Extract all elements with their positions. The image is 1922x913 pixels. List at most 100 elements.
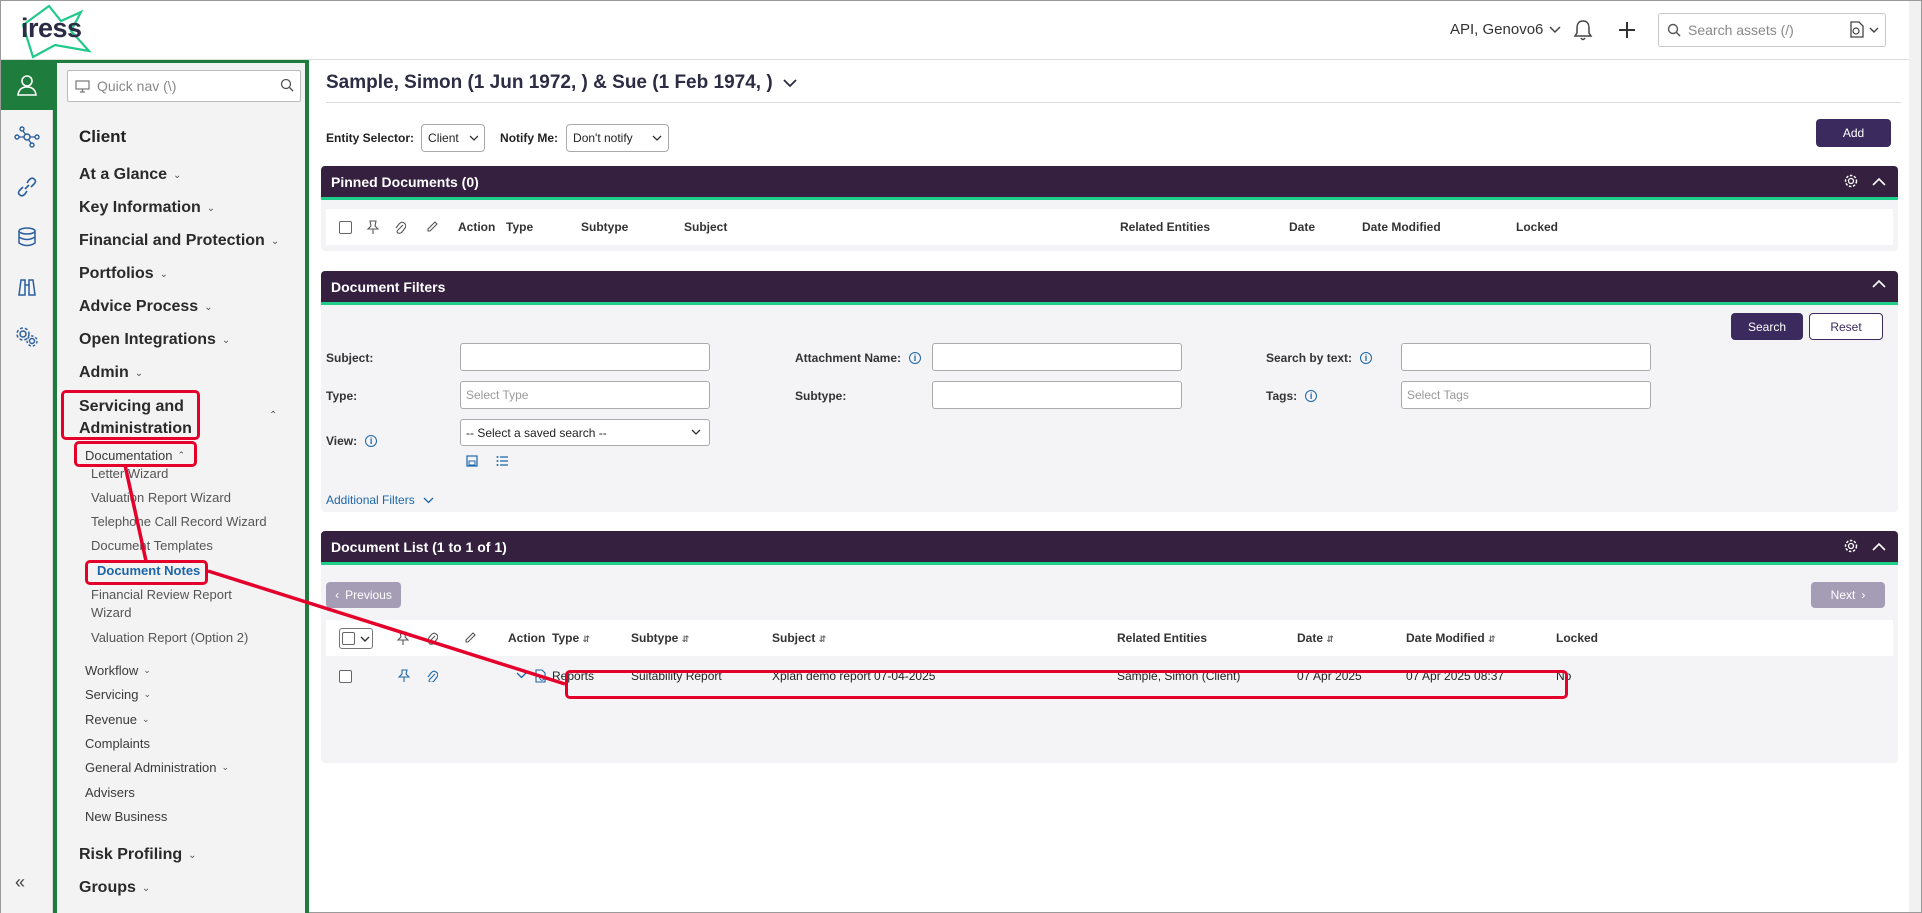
- user-menu[interactable]: API, Genovo6: [1450, 21, 1561, 38]
- nav-new-business[interactable]: New Business: [85, 809, 167, 824]
- row-checkbox[interactable]: [339, 670, 352, 683]
- nav-valuation-report-option2[interactable]: Valuation Report (Option 2): [91, 630, 248, 645]
- info-icon[interactable]: i: [1305, 390, 1318, 402]
- nav-financial-protection[interactable]: Financial and Protection ⌄: [79, 232, 279, 250]
- tags-select[interactable]: Select Tags: [1401, 381, 1651, 409]
- type-select[interactable]: Select Type: [460, 381, 710, 409]
- nav-revenue[interactable]: Revenue ⌄: [85, 712, 150, 727]
- search-assets-input[interactable]: Search assets (/): [1658, 13, 1886, 47]
- nav-groups[interactable]: Groups ⌄: [79, 879, 150, 897]
- quick-nav-input[interactable]: Quick nav (\): [67, 70, 301, 102]
- next-page-button[interactable]: Next ›: [1811, 582, 1885, 608]
- nav-key-information[interactable]: Key Information ⌄: [79, 199, 215, 217]
- document-preview-icon[interactable]: [534, 669, 548, 683]
- chevron-up-icon[interactable]: [1872, 177, 1886, 186]
- rail-link-button[interactable]: [1, 162, 53, 212]
- nav-portfolios[interactable]: Portfolios ⌄: [79, 265, 168, 283]
- chevron-up-icon[interactable]: [1872, 542, 1886, 551]
- select-all-checkbox[interactable]: [342, 632, 355, 645]
- bulk-select-dropdown[interactable]: [339, 628, 373, 649]
- nav-financial-review-report-line2[interactable]: Wizard: [91, 605, 131, 620]
- col-date-modified-sortable[interactable]: Date Modified ⇵: [1406, 631, 1496, 645]
- document-list-header: Document List (1 to 1 of 1): [321, 531, 1898, 565]
- attachment-name-input[interactable]: [932, 343, 1182, 371]
- saved-search-select[interactable]: -- Select a saved search --: [460, 419, 710, 446]
- subtype-input[interactable]: [932, 381, 1182, 409]
- pin-icon[interactable]: [398, 669, 410, 682]
- nav-financial-review-report-line1[interactable]: Financial Review Report: [91, 587, 232, 602]
- col-type-sortable[interactable]: Type ⇵: [552, 631, 590, 645]
- info-icon[interactable]: i: [365, 435, 378, 447]
- notification-bell-icon[interactable]: [1572, 18, 1594, 42]
- search-icon: [280, 78, 294, 92]
- notify-me-select[interactable]: Don't notify: [566, 124, 670, 152]
- nav-telephone-call-record-wizard[interactable]: Telephone Call Record Wizard: [91, 514, 267, 529]
- col-subject: Subject: [684, 220, 728, 234]
- nav-workflow[interactable]: Workflow ⌄: [85, 663, 151, 678]
- sort-icon: ⇵: [1488, 634, 1496, 644]
- nav-document-templates[interactable]: Document Templates: [91, 538, 213, 553]
- document-filters-header: Document Filters: [321, 271, 1898, 305]
- list-icon[interactable]: [496, 455, 509, 467]
- nav-servicing-administration[interactable]: Servicing and Administration: [79, 398, 192, 438]
- nav-complaints[interactable]: Complaints: [85, 736, 150, 751]
- col-subtype-sortable[interactable]: Subtype ⇵: [631, 631, 689, 645]
- nav-valuation-report-wizard[interactable]: Valuation Report Wizard: [91, 490, 231, 505]
- save-icon[interactable]: [466, 455, 478, 467]
- subject-input[interactable]: [460, 343, 710, 371]
- cell-subject[interactable]: Xplan demo report 07-04-2025: [772, 669, 935, 683]
- chevron-up-icon[interactable]: ⌃: [269, 410, 277, 421]
- next-label: Next: [1830, 588, 1856, 602]
- asset-type-dropdown[interactable]: [1848, 21, 1879, 39]
- search-by-text-label: Search by text: i: [1266, 351, 1373, 365]
- nav-open-integrations[interactable]: Open Integrations ⌄: [79, 331, 230, 349]
- chevron-down-icon[interactable]: [516, 672, 527, 679]
- nav-advisers[interactable]: Advisers: [85, 785, 135, 800]
- paperclip-icon[interactable]: [426, 669, 438, 682]
- page-scrollbar[interactable]: [1909, 1, 1921, 912]
- gear-icon[interactable]: [1844, 539, 1858, 553]
- nav-documentation[interactable]: Documentation ⌃: [85, 448, 185, 463]
- rail-binoculars-button[interactable]: [1, 262, 53, 312]
- search-assets-placeholder: Search assets (/): [1688, 22, 1794, 38]
- gear-icon[interactable]: [1844, 174, 1858, 188]
- select-all-checkbox[interactable]: [339, 221, 352, 234]
- add-button[interactable]: Add: [1816, 119, 1891, 147]
- search-by-text-input[interactable]: [1401, 343, 1651, 371]
- sort-icon: ⇵: [681, 634, 690, 644]
- add-icon[interactable]: [1616, 18, 1638, 42]
- nav-letter-wizard[interactable]: Letter Wizard: [91, 466, 168, 481]
- previous-page-button[interactable]: ‹ Previous: [326, 582, 401, 608]
- table-row[interactable]: Reports Suitability Report Xplan demo re…: [326, 660, 1893, 692]
- info-icon[interactable]: i: [909, 352, 922, 364]
- document-list-title: Document List (1 to 1 of 1): [331, 538, 507, 555]
- reset-button[interactable]: Reset: [1809, 313, 1883, 340]
- search-button[interactable]: Search: [1731, 313, 1803, 340]
- tags-label-text: Tags:: [1266, 389, 1298, 403]
- entity-selector[interactable]: Client: [421, 124, 486, 152]
- nav-at-a-glance[interactable]: At a Glance ⌄: [79, 166, 181, 184]
- rail-network-button[interactable]: [1, 112, 53, 162]
- additional-filters-toggle[interactable]: Additional Filters: [326, 493, 434, 507]
- col-related-entities: Related Entities: [1117, 631, 1208, 645]
- settings-icon: [16, 327, 38, 347]
- col-subject-sortable[interactable]: Subject ⇵: [772, 631, 826, 645]
- collapse-sidebar-button[interactable]: «: [15, 872, 25, 893]
- type-label-text: Type:: [326, 389, 358, 403]
- chevron-down-icon: [652, 135, 662, 141]
- info-icon[interactable]: i: [1360, 352, 1373, 364]
- nav-admin[interactable]: Admin ⌄: [79, 364, 143, 382]
- nav-risk-profiling[interactable]: Risk Profiling ⌄: [79, 846, 197, 864]
- rail-settings-button[interactable]: [1, 312, 53, 362]
- nav-general-administration[interactable]: General Administration ⌄: [85, 760, 229, 775]
- cell-date-modified: 07 Apr 2025 08:37: [1406, 669, 1505, 683]
- rail-database-button[interactable]: [1, 212, 53, 262]
- nav-advice-process[interactable]: Advice Process ⌄: [79, 298, 213, 316]
- rail-client-button[interactable]: [1, 60, 53, 110]
- col-date-sortable[interactable]: Date ⇵: [1297, 631, 1334, 645]
- cell-locked: No: [1556, 669, 1572, 683]
- nav-servicing[interactable]: Servicing ⌄: [85, 687, 151, 702]
- nav-document-notes[interactable]: Document Notes: [97, 563, 200, 578]
- client-title-dropdown[interactable]: Sample, Simon (1 Jun 1972, ) & Sue (1 Fe…: [326, 72, 797, 94]
- chevron-up-icon[interactable]: [1872, 279, 1886, 288]
